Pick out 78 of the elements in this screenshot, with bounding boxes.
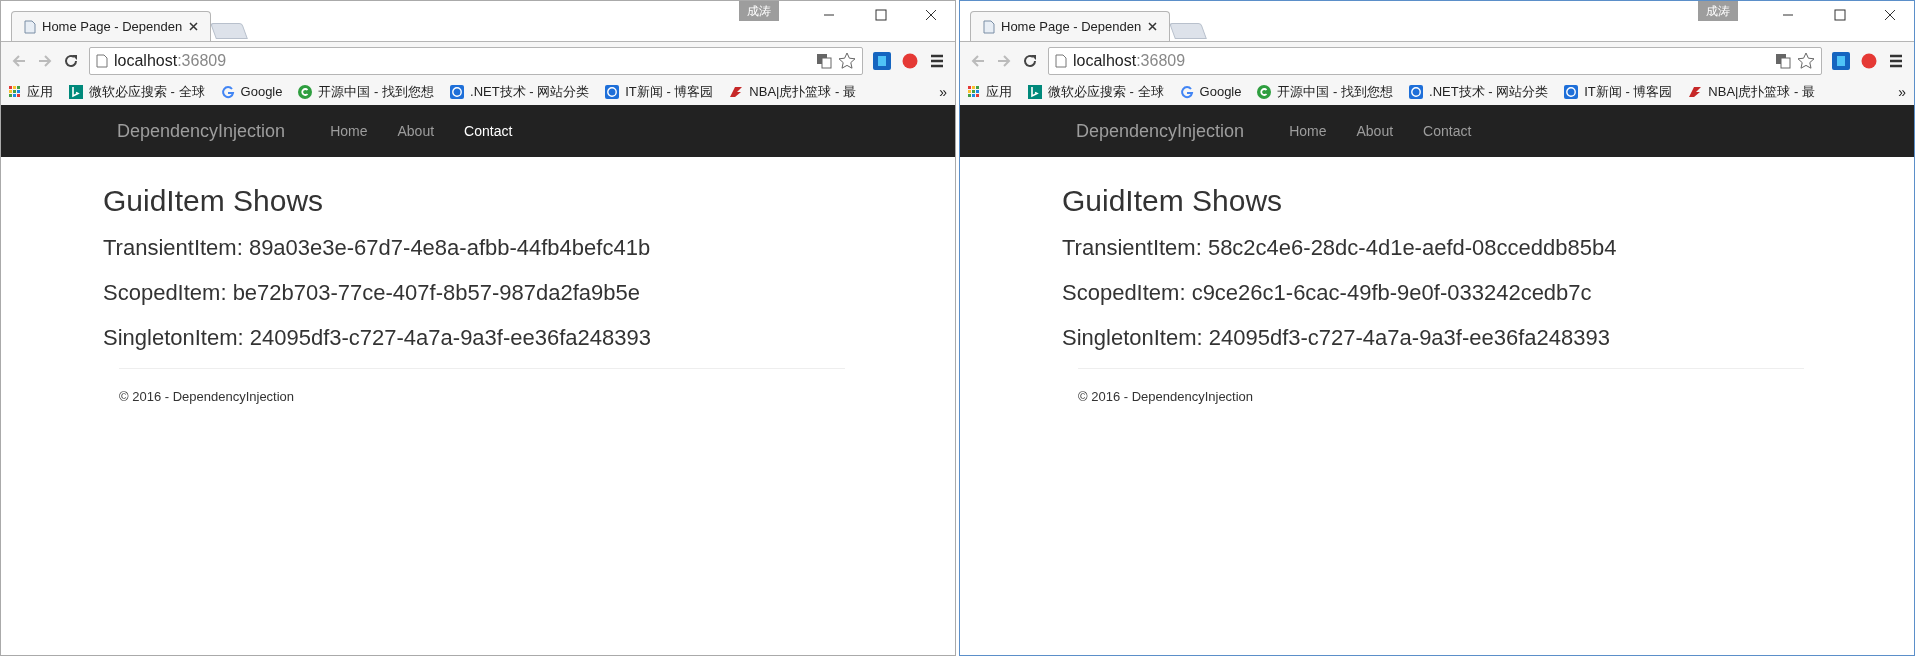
nav-link[interactable]: Contact: [449, 120, 528, 142]
extension-icon[interactable]: [1860, 51, 1878, 70]
bookmark-item[interactable]: 开源中国 - 找到您想: [1257, 82, 1394, 102]
bookmark-item[interactable]: Google: [1179, 82, 1242, 102]
close-icon[interactable]: [1884, 9, 1896, 21]
page-heading: GuidItem Shows: [103, 183, 325, 219]
c-logo-icon: [1257, 85, 1272, 99]
footer-text: © 2016 - DependencyInjection: [1078, 388, 1255, 406]
close-icon[interactable]: [189, 22, 198, 31]
slash-logo-icon: [1688, 86, 1703, 98]
maximize-icon[interactable]: [1834, 9, 1846, 21]
close-icon[interactable]: [925, 9, 937, 21]
nav-link[interactable]: About: [382, 120, 450, 142]
address-bar[interactable]: localhost:36809: [89, 46, 863, 75]
url-text: localhost:36809: [114, 50, 227, 71]
slash-logo-icon: [729, 86, 744, 98]
more-bookmarks-button[interactable]: »: [1898, 81, 1906, 103]
brand-link[interactable]: DependencyInjection: [1076, 117, 1245, 145]
more-bookmarks-button[interactable]: »: [939, 81, 947, 103]
extension-icon[interactable]: [1832, 51, 1850, 70]
nav-link[interactable]: Home: [315, 120, 383, 142]
bookmark-item[interactable]: IT新闻 - 博客园: [605, 82, 714, 102]
guid-line: TransientItem: 58c2c4e6-28dc-4d1e-aefd-08cceddb85b4: [1062, 234, 1618, 262]
c-logo-icon: [298, 85, 313, 99]
bookmark-item[interactable]: 应用: [968, 82, 1012, 102]
extension-icon[interactable]: [901, 51, 919, 70]
menu-icon[interactable]: [1888, 52, 1904, 69]
bookmark-item[interactable]: .NET技术 - 网站分类: [450, 82, 590, 102]
page-icon: [96, 53, 108, 68]
page-icon: [24, 19, 36, 34]
maximize-icon[interactable]: [875, 9, 887, 21]
bookmark-item[interactable]: 微软必应搜索 - 全球: [69, 82, 205, 102]
g-logo-icon: [220, 85, 235, 99]
address-bar[interactable]: localhost:36809: [1048, 46, 1822, 75]
browser-tab[interactable]: Home Page - Dependen: [11, 11, 211, 41]
page-icon: [983, 19, 995, 34]
tab-title: Home Page - Dependen: [1001, 17, 1142, 36]
bookmark-item[interactable]: 开源中国 - 找到您想: [298, 82, 435, 102]
extension-icon[interactable]: [873, 51, 891, 70]
apps-grid-icon: [9, 86, 21, 98]
tab-title: Home Page - Dependen: [42, 17, 183, 36]
star-icon[interactable]: [838, 51, 856, 70]
b-logo-icon: [69, 85, 83, 99]
bookmark-item[interactable]: .NET技术 - 网站分类: [1409, 82, 1549, 102]
nav-link[interactable]: About: [1341, 120, 1409, 142]
translate-icon[interactable]: [1775, 52, 1791, 69]
page-icon: [1055, 53, 1067, 68]
guid-line: TransientItem: 89a03e3e-67d7-4e8a-afbb-44fb4befc41b: [103, 234, 652, 262]
bookmark-item[interactable]: Google: [220, 82, 283, 102]
reload-icon[interactable]: [1022, 52, 1038, 69]
bookmark-item[interactable]: NBA|虎扑篮球 - 最: [1688, 82, 1815, 102]
reload-icon[interactable]: [63, 52, 79, 69]
translate-icon[interactable]: [816, 52, 832, 69]
guid-line: ScopedItem: be72b703-77ce-407f-8b57-987da2fa9b5e: [103, 279, 641, 307]
star-icon[interactable]: [1797, 51, 1815, 70]
ring-logo-icon: [1409, 85, 1424, 99]
guid-line: ScopedItem: c9ce26c1-6cac-49fb-9e0f-033242cedb7c: [1062, 279, 1593, 307]
bookmark-item[interactable]: IT新闻 - 博客园: [1564, 82, 1673, 102]
bookmark-item[interactable]: 微软必应搜索 - 全球: [1028, 82, 1164, 102]
nav-link[interactable]: Home: [1274, 120, 1342, 142]
bookmark-item[interactable]: NBA|虎扑篮球 - 最: [729, 82, 856, 102]
close-icon[interactable]: [1148, 22, 1157, 31]
brand-link[interactable]: DependencyInjection: [117, 117, 286, 145]
bookmark-item[interactable]: 应用: [9, 82, 53, 102]
url-text: localhost:36809: [1073, 50, 1186, 71]
guid-line: SingletonItem: 24095df3-c727-4a7a-9a3f-ee36fa248393: [1062, 324, 1611, 352]
footer-text: © 2016 - DependencyInjection: [119, 388, 296, 406]
b-logo-icon: [1028, 85, 1042, 99]
menu-icon[interactable]: [929, 52, 945, 69]
page-heading: GuidItem Shows: [1062, 183, 1284, 219]
apps-grid-icon: [968, 86, 980, 98]
ring-logo-icon: [605, 85, 620, 99]
g-logo-icon: [1179, 85, 1194, 99]
ring-logo-icon: [1564, 85, 1579, 99]
browser-tab[interactable]: Home Page - Dependen: [970, 11, 1170, 41]
ring-logo-icon: [450, 85, 465, 99]
guid-line: SingletonItem: 24095df3-c727-4a7a-9a3f-ee36fa248393: [103, 324, 652, 352]
nav-link[interactable]: Contact: [1408, 120, 1487, 142]
